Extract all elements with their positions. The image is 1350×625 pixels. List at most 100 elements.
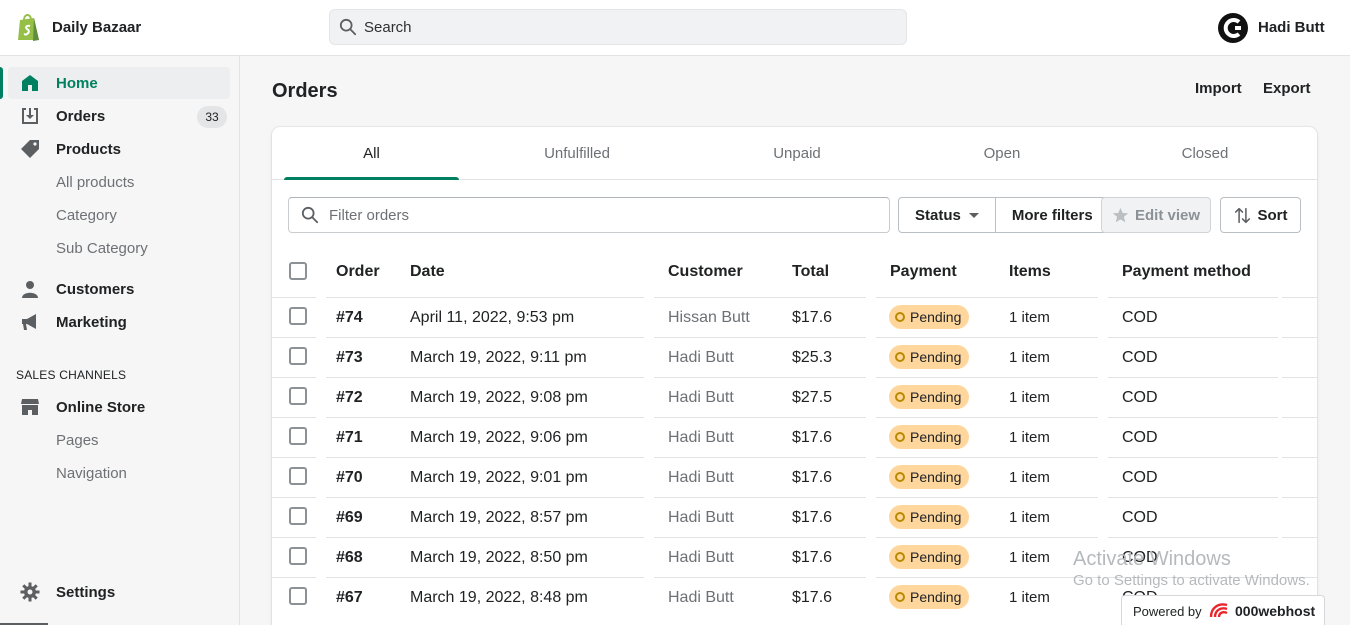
- search-input[interactable]: [364, 10, 894, 44]
- table-row[interactable]: #74 April 11, 2022, 9:53 pm Hissan Butt $17…: [272, 297, 1317, 337]
- item-count: 1 item: [1009, 549, 1050, 566]
- select-all-checkbox[interactable]: [289, 262, 307, 280]
- user-name: Hadi Butt: [1258, 19, 1325, 36]
- search-icon: [339, 18, 357, 36]
- filter-orders-field[interactable]: [288, 197, 890, 233]
- order-number-link[interactable]: #74: [336, 309, 363, 327]
- sidebar-subitem-category[interactable]: Category: [56, 207, 117, 224]
- payment-status-badge: Pending: [889, 545, 970, 569]
- edit-view-button[interactable]: Edit view: [1101, 197, 1211, 233]
- payment-method: COD: [1122, 509, 1158, 526]
- pending-dot-icon: [895, 512, 905, 522]
- user-menu[interactable]: Hadi Butt: [1210, 0, 1350, 56]
- sidebar-item-online-store[interactable]: Online Store: [0, 391, 240, 423]
- item-count: 1 item: [1009, 429, 1050, 446]
- column-header-items[interactable]: Items: [1009, 263, 1051, 281]
- row-divider: [326, 497, 644, 498]
- payment-status-label: Pending: [910, 589, 962, 605]
- order-number-link[interactable]: #73: [336, 349, 363, 367]
- order-total: $17.6: [792, 309, 833, 326]
- import-button[interactable]: Import: [1195, 80, 1242, 97]
- payment-status-label: Pending: [910, 509, 962, 525]
- status-filter-button[interactable]: Status: [898, 197, 996, 233]
- powered-by-badge[interactable]: Powered by 000webhost: [1121, 595, 1325, 625]
- row-checkbox[interactable]: [289, 587, 307, 605]
- row-checkbox[interactable]: [289, 347, 307, 365]
- store-name[interactable]: Daily Bazaar: [52, 19, 141, 36]
- column-header-total[interactable]: Total: [792, 263, 829, 281]
- sort-button[interactable]: Sort: [1220, 197, 1301, 233]
- customer-name: Hadi Butt: [668, 429, 734, 446]
- payment-method: COD: [1122, 349, 1158, 366]
- column-header-date[interactable]: Date: [410, 263, 445, 281]
- tab-all[interactable]: All: [284, 127, 459, 180]
- search-icon: [301, 206, 319, 224]
- customer-name: Hadi Butt: [668, 349, 734, 366]
- sidebar-subitem-navigation[interactable]: Navigation: [56, 465, 127, 482]
- tab-closed[interactable]: Closed: [1115, 127, 1295, 180]
- order-number-link[interactable]: #72: [336, 389, 363, 407]
- table-row[interactable]: #69 March 19, 2022, 8:57 pm Hadi Butt $17.6…: [272, 497, 1317, 537]
- row-checkbox[interactable]: [289, 507, 307, 525]
- sidebar-item-settings[interactable]: Settings: [0, 576, 240, 608]
- table-row[interactable]: #70 March 19, 2022, 9:01 pm Hadi Butt $17.6…: [272, 457, 1317, 497]
- row-checkbox[interactable]: [289, 547, 307, 565]
- order-total: $17.6: [792, 549, 833, 566]
- sort-label: Sort: [1257, 206, 1288, 224]
- order-date: March 19, 2022, 8:48 pm: [410, 589, 588, 606]
- sidebar-subitem-sub-category[interactable]: Sub Category: [56, 240, 148, 257]
- tab-unfulfilled[interactable]: Unfulfilled: [487, 127, 667, 180]
- tab-unpaid[interactable]: Unpaid: [707, 127, 887, 180]
- order-number-link[interactable]: #70: [336, 469, 363, 487]
- sidebar-subitem-pages[interactable]: Pages: [56, 432, 99, 449]
- row-divider: [1108, 297, 1278, 298]
- active-indicator: [0, 67, 3, 99]
- column-header-order[interactable]: Order: [336, 263, 380, 281]
- row-checkbox[interactable]: [289, 307, 307, 325]
- column-header-payment-method[interactable]: Payment method: [1122, 263, 1251, 281]
- table-row[interactable]: #73 March 19, 2022, 9:11 pm Hadi Butt $25.3…: [272, 337, 1317, 377]
- more-filters-button[interactable]: More filters: [995, 197, 1110, 233]
- customer-name: Hadi Butt: [668, 509, 734, 526]
- shopify-bag-icon[interactable]: [16, 12, 42, 42]
- column-header-payment[interactable]: Payment: [890, 263, 957, 281]
- order-number-link[interactable]: #71: [336, 429, 363, 447]
- row-divider: [876, 457, 1098, 458]
- sidebar-item-home[interactable]: Home: [0, 67, 240, 99]
- row-divider: [654, 537, 866, 538]
- order-number-link[interactable]: #67: [336, 589, 363, 607]
- store-icon: [21, 399, 39, 415]
- order-total: $17.6: [792, 589, 833, 606]
- row-divider: [1108, 497, 1278, 498]
- row-divider: [326, 457, 644, 458]
- pending-dot-icon: [895, 392, 905, 402]
- order-date: March 19, 2022, 9:08 pm: [410, 389, 588, 406]
- row-divider: [272, 497, 316, 498]
- order-number-link[interactable]: #68: [336, 549, 363, 567]
- item-count: 1 item: [1009, 469, 1050, 486]
- tab-label: Unpaid: [773, 145, 821, 162]
- column-header-customer[interactable]: Customer: [668, 263, 743, 281]
- sidebar-subitem-all-products[interactable]: All products: [56, 174, 134, 191]
- gear-icon: [20, 582, 40, 602]
- item-count: 1 item: [1009, 389, 1050, 406]
- payment-method: COD: [1122, 469, 1158, 486]
- order-number-link[interactable]: #69: [336, 509, 363, 527]
- search-bar[interactable]: [329, 9, 907, 45]
- row-divider: [876, 577, 1098, 578]
- export-button[interactable]: Export: [1263, 80, 1311, 97]
- table-row[interactable]: #72 March 19, 2022, 9:08 pm Hadi Butt $27.5…: [272, 377, 1317, 417]
- row-checkbox[interactable]: [289, 467, 307, 485]
- row-checkbox[interactable]: [289, 427, 307, 445]
- row-divider: [272, 297, 316, 298]
- filter-orders-input[interactable]: [329, 198, 879, 232]
- sidebar-item-customers[interactable]: Customers: [0, 273, 240, 305]
- customer-name: Hadi Butt: [668, 589, 734, 606]
- table-row[interactable]: #71 March 19, 2022, 9:06 pm Hadi Butt $17.6…: [272, 417, 1317, 457]
- sidebar-item-products[interactable]: Products: [0, 133, 240, 165]
- order-date: March 19, 2022, 9:06 pm: [410, 429, 588, 446]
- row-checkbox[interactable]: [289, 387, 307, 405]
- sidebar-item-marketing[interactable]: Marketing: [0, 306, 240, 338]
- sidebar-item-orders[interactable]: Orders 33: [0, 100, 240, 132]
- tab-open[interactable]: Open: [912, 127, 1092, 180]
